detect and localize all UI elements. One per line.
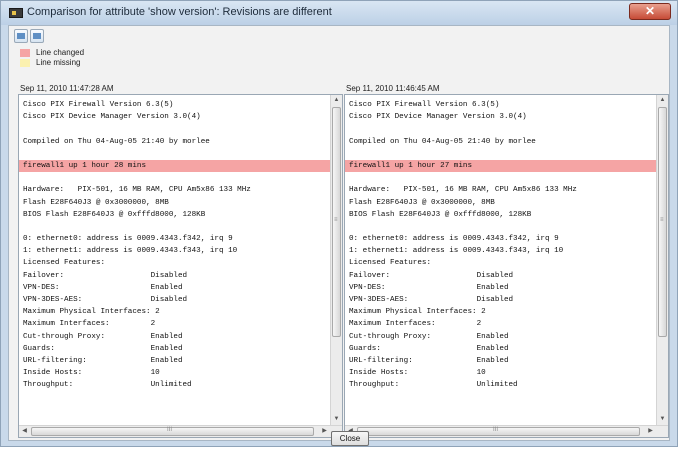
text-line: Maximum Interfaces: 2	[23, 320, 156, 329]
scroll-left-icon[interactable]: ◀	[19, 426, 30, 437]
text-line: VPN-3DES-AES: Disabled	[23, 296, 188, 304]
text-line: Compiled on Thu 04-Aug-05 21:40 by morle…	[349, 137, 536, 146]
scroll-right-icon[interactable]: ▶	[645, 426, 656, 437]
previous-diff-icon	[17, 33, 25, 39]
left-timestamp: Sep 11, 2010 11:47:28 AM	[20, 84, 114, 93]
left-revision-text: Cisco PIX Firewall Version 6.3(5) Cisco P…	[19, 99, 331, 392]
app-icon	[9, 8, 23, 18]
next-diff-button[interactable]	[30, 29, 44, 43]
left-horizontal-scrollbar[interactable]: ◀ III ▶	[19, 425, 342, 437]
text-line: Throughput: Unlimited	[349, 381, 518, 390]
window-close-button[interactable]: ✕	[629, 3, 671, 20]
scroll-up-icon[interactable]: ▲	[657, 95, 668, 106]
line-changed-label: Line changed	[36, 48, 85, 57]
line-missing-swatch	[20, 59, 30, 67]
left-revision-pane[interactable]: Cisco PIX Firewall Version 6.3(5) Cisco P…	[18, 94, 343, 438]
scroll-up-icon[interactable]: ▲	[331, 95, 342, 106]
text-line: Flash E28F640J3 @ 0x3000000, 8MB	[349, 198, 495, 207]
text-line: Hardware: PIX-501, 16 MB RAM, CPU Am5x86…	[23, 186, 251, 195]
left-vertical-scrollbar[interactable]: ▲ ≡ ▼	[330, 95, 342, 425]
text-line: Licensed Features:	[349, 259, 432, 268]
text-line	[345, 148, 657, 160]
text-line: VPN-DES: Enabled	[23, 283, 183, 292]
text-line: BIOS Flash E28F640J3 @ 0xfffd8000, 128KB	[23, 210, 206, 219]
line-missing-label: Line missing	[36, 58, 81, 67]
window-title: Comparison for attribute 'show version':…	[27, 6, 332, 18]
text-line: VPN-DES: Enabled	[349, 283, 509, 292]
text-line: Inside Hosts: 10	[349, 369, 486, 378]
text-line: Cisco PIX Device Manager Version 3.0(4)	[349, 113, 527, 122]
grip-icon: ≡	[334, 217, 338, 223]
text-line: 1: ethernet1: address is 0009.4343.f343,…	[349, 247, 564, 256]
text-line: URL-filtering: Enabled	[349, 356, 509, 365]
text-line: Guards: Enabled	[23, 344, 183, 353]
text-line: Cisco PIX Device Manager Version 3.0(4)	[23, 113, 201, 122]
text-line: VPN-3DES-AES: Disabled	[349, 296, 514, 304]
text-line	[19, 221, 331, 233]
text-line: Cisco PIX Firewall Version 6.3(5)	[23, 101, 174, 109]
grip-icon: III	[167, 427, 173, 433]
scroll-right-icon[interactable]: ▶	[319, 426, 330, 437]
text-line	[19, 148, 331, 160]
close-button[interactable]: Close	[331, 431, 369, 446]
text-line	[345, 123, 657, 135]
scroll-down-icon[interactable]: ▼	[657, 414, 668, 425]
text-line: URL-filtering: Enabled	[23, 356, 183, 365]
scroll-thumb[interactable]	[31, 427, 314, 436]
title-bar[interactable]: Comparison for attribute 'show version':…	[1, 1, 677, 25]
text-line	[345, 221, 657, 233]
text-line: 1: ethernet1: address is 0009.4343.f343,…	[23, 247, 238, 256]
right-timestamp: Sep 11, 2010 11:46:45 AM	[346, 84, 440, 93]
right-revision-pane[interactable]: Cisco PIX Firewall Version 6.3(5) Cisco P…	[344, 94, 669, 438]
text-line: Maximum Interfaces: 2	[349, 320, 482, 329]
text-line: Failover: Disabled	[349, 271, 514, 280]
text-line: Failover: Disabled	[23, 271, 188, 280]
text-line	[345, 172, 657, 184]
text-line: Throughput: Unlimited	[23, 381, 192, 390]
text-line: Inside Hosts: 10	[23, 369, 160, 378]
right-revision-text: Cisco PIX Firewall Version 6.3(5) Cisco P…	[345, 99, 657, 392]
text-line: Maximum Physical Interfaces: 2	[23, 308, 160, 317]
right-vertical-scrollbar[interactable]: ▲ ≡ ▼	[656, 95, 668, 425]
scroll-thumb[interactable]	[357, 427, 640, 436]
comparison-dialog: Comparison for attribute 'show version':…	[0, 0, 678, 447]
right-horizontal-scrollbar[interactable]: ◀ III ▶	[345, 425, 668, 437]
changed-line: firewall1 up 1 hour 28 mins	[19, 159, 331, 173]
text-line: Licensed Features:	[23, 259, 106, 268]
grip-icon: ≡	[660, 217, 664, 223]
scroll-down-icon[interactable]: ▼	[331, 414, 342, 425]
grip-icon: III	[493, 427, 499, 433]
changed-line: firewall1 up 1 hour 27 mins	[345, 159, 657, 173]
text-line: Flash E28F640J3 @ 0x3000000, 8MB	[23, 198, 169, 207]
next-diff-icon	[33, 33, 41, 39]
text-line: Hardware: PIX-501, 16 MB RAM, CPU Am5x86…	[349, 186, 577, 195]
text-line: Cut-through Proxy: Enabled	[23, 332, 183, 341]
text-line: BIOS Flash E28F640J3 @ 0xfffd8000, 128KB	[349, 210, 532, 219]
text-line: Cut-through Proxy: Enabled	[349, 332, 509, 341]
line-changed-swatch	[20, 49, 30, 57]
text-line: Compiled on Thu 04-Aug-05 21:40 by morle…	[23, 137, 210, 146]
dialog-client-area: Line changed Line missing Sep 11, 2010 1…	[8, 25, 670, 446]
text-line: Cisco PIX Firewall Version 6.3(5)	[349, 101, 500, 109]
text-line: 0: ethernet0: address is 0009.4343.f342,…	[349, 235, 559, 244]
text-line	[19, 172, 331, 184]
text-line: 0: ethernet0: address is 0009.4343.f342,…	[23, 235, 233, 244]
text-line	[19, 123, 331, 135]
text-line: Maximum Physical Interfaces: 2	[349, 308, 486, 317]
previous-diff-button[interactable]	[14, 29, 28, 43]
text-line: Guards: Enabled	[349, 344, 509, 353]
